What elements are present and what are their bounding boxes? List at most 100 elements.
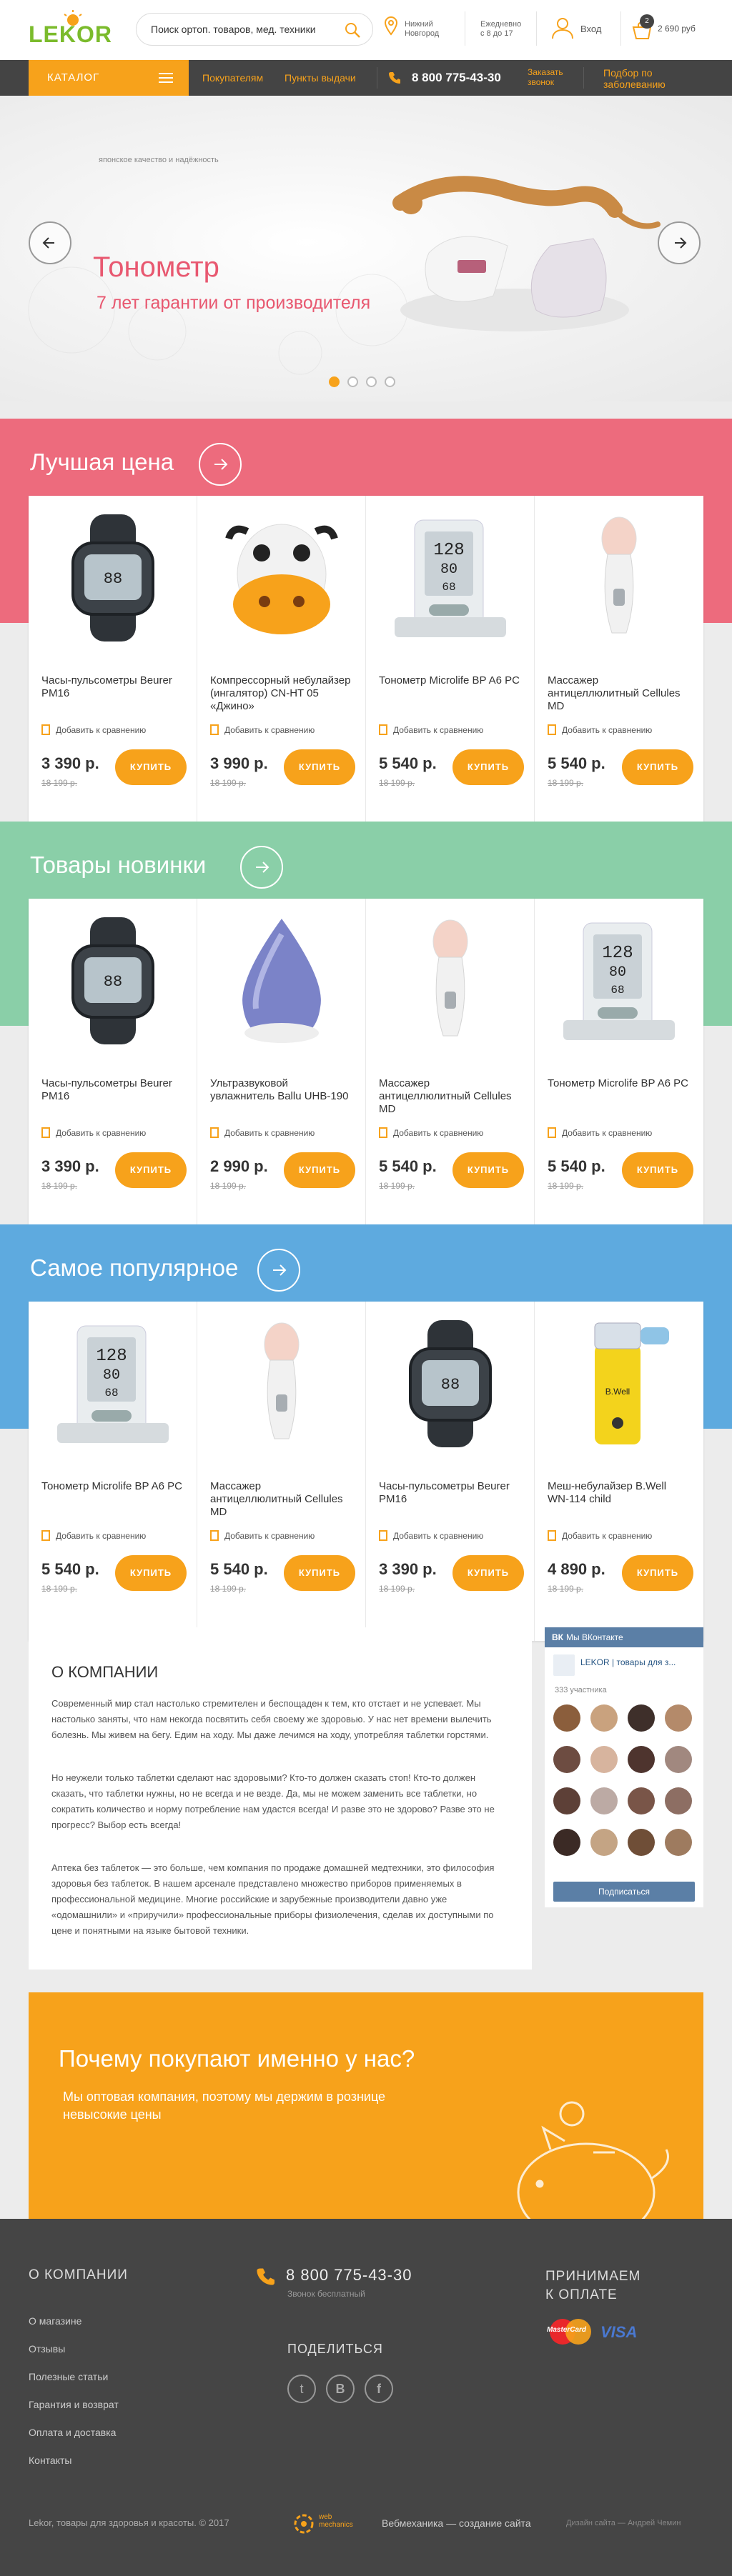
vk-group-name[interactable]: LEKOR | товары для з... bbox=[580, 1657, 676, 1667]
vk-member-avatar[interactable] bbox=[553, 1787, 580, 1814]
tonometer-image[interactable]: 128 80 68 bbox=[387, 510, 513, 646]
vk-member-avatar[interactable] bbox=[590, 1746, 618, 1773]
webmechanics-logo[interactable]: web mechanics bbox=[319, 2513, 353, 2529]
vk-member-avatar[interactable] bbox=[665, 1746, 692, 1773]
tonometer-image[interactable]: 128 80 68 bbox=[556, 913, 682, 1049]
product-name[interactable]: Массажер антицеллюлитный Cellules MD bbox=[210, 1480, 353, 1519]
buy-button[interactable]: КУПИТЬ bbox=[284, 1555, 355, 1591]
product-name[interactable]: Тонометр Microlife BP A6 PC bbox=[41, 1480, 184, 1493]
vk-subscribe-button[interactable]: Подписаться bbox=[553, 1882, 695, 1902]
product-name[interactable]: Тонометр Microlife BP A6 PC bbox=[379, 674, 522, 687]
logo[interactable]: LEKOR bbox=[29, 10, 120, 50]
vk-share-icon[interactable]: B bbox=[326, 2375, 355, 2403]
product-name[interactable]: Массажер антицеллюлитный Cellules MD bbox=[379, 1077, 522, 1116]
slider-dot[interactable] bbox=[347, 376, 358, 387]
nav-pickup[interactable]: Пункты выдачи bbox=[285, 72, 356, 84]
product-name[interactable]: Массажер антицеллюлитный Cellules MD bbox=[548, 674, 691, 713]
add-to-compare[interactable]: Добавить к сравнению bbox=[210, 1127, 315, 1138]
product-name[interactable]: Тонометр Microlife BP A6 PC bbox=[548, 1077, 691, 1090]
cart-total[interactable]: 2 690 руб bbox=[658, 24, 696, 34]
slider-dot[interactable] bbox=[385, 376, 395, 387]
footer-link[interactable]: Отзывы bbox=[29, 2343, 65, 2355]
search-icon[interactable] bbox=[344, 21, 361, 39]
vk-member-avatar[interactable] bbox=[665, 1829, 692, 1856]
footer-link[interactable]: О магазине bbox=[29, 2315, 81, 2327]
add-to-compare[interactable]: Добавить к сравнению bbox=[548, 1530, 652, 1541]
product-card[interactable]: 88 Часы-пульсометры Beurer PM16 Добавить… bbox=[29, 496, 197, 835]
vk-member-avatar[interactable] bbox=[553, 1704, 580, 1732]
buy-button[interactable]: КУПИТЬ bbox=[284, 1152, 355, 1188]
watch-image[interactable]: 88 bbox=[50, 510, 176, 646]
vk-member-avatar[interactable] bbox=[590, 1704, 618, 1732]
product-name[interactable]: Часы-пульсометры Beurer PM16 bbox=[379, 1480, 522, 1506]
callback-link[interactable]: Заказать звонок bbox=[528, 67, 563, 87]
product-card[interactable]: 128 80 68 Тонометр Microlife BP A6 PC Доба… bbox=[366, 496, 535, 835]
buy-button[interactable]: КУПИТЬ bbox=[115, 749, 187, 785]
product-name[interactable]: Ультразвуковой увлажнитель Ballu UHB-190 bbox=[210, 1077, 353, 1103]
product-name[interactable]: Часы-пульсометры Beurer PM16 bbox=[41, 1077, 184, 1103]
slider-next-button[interactable] bbox=[658, 221, 701, 264]
slider-dot[interactable] bbox=[329, 376, 340, 387]
add-to-compare[interactable]: Добавить к сравнению bbox=[41, 1530, 146, 1541]
nav-phone[interactable]: 8 800 775-43-30 bbox=[412, 71, 501, 85]
vk-member-avatar[interactable] bbox=[628, 1746, 655, 1773]
product-card[interactable]: 128 80 68 Тонометр Microlife BP A6 PC Доба… bbox=[29, 1302, 197, 1641]
product-card[interactable]: B.Well Меш-небулайзер B.Well WN-114 chil… bbox=[535, 1302, 703, 1641]
product-card[interactable]: Ультразвуковой увлажнитель Ballu UHB-190… bbox=[197, 899, 366, 1238]
city-selector[interactable]: Нижний Новгород bbox=[405, 20, 439, 39]
search-field[interactable]: Поиск ортоп. товаров, мед. техники bbox=[136, 13, 373, 46]
login-link[interactable]: Вход bbox=[580, 24, 601, 34]
vk-member-avatar[interactable] bbox=[665, 1704, 692, 1732]
product-name[interactable]: Компрессорный небулайзер (ингалятор) CN-… bbox=[210, 674, 353, 713]
vk-member-avatar[interactable] bbox=[553, 1829, 580, 1856]
vk-member-avatar[interactable] bbox=[590, 1829, 618, 1856]
vk-member-avatar[interactable] bbox=[628, 1787, 655, 1814]
product-name[interactable]: Часы-пульсометры Beurer PM16 bbox=[41, 674, 184, 700]
product-card[interactable]: 88 Часы-пульсометры Beurer PM16 Добавить… bbox=[366, 1302, 535, 1641]
vk-member-avatar[interactable] bbox=[590, 1787, 618, 1814]
product-card[interactable]: 128 80 68 Тонометр Microlife BP A6 PC Доба… bbox=[535, 899, 703, 1238]
massager-image[interactable] bbox=[387, 913, 513, 1049]
mesh-nebulizer-image[interactable]: B.Well bbox=[556, 1316, 682, 1452]
product-card[interactable]: Компрессорный небулайзер (ингалятор) CN-… bbox=[197, 496, 366, 835]
add-to-compare[interactable]: Добавить к сравнению bbox=[210, 724, 315, 735]
product-card[interactable]: 88 Часы-пульсометры Beurer PM16 Добавить… bbox=[29, 899, 197, 1238]
facebook-icon[interactable]: f bbox=[365, 2375, 393, 2403]
footer-phone[interactable]: 8 800 775-43-30 bbox=[286, 2266, 412, 2285]
buy-button[interactable]: КУПИТЬ bbox=[452, 749, 524, 785]
product-card[interactable]: Массажер антицеллюлитный Cellules MD Доб… bbox=[197, 1302, 366, 1641]
massager-image[interactable] bbox=[219, 1316, 345, 1452]
twitter-icon[interactable]: t bbox=[287, 2375, 316, 2403]
product-card[interactable]: Массажер антицеллюлитный Cellules MD Доб… bbox=[535, 496, 703, 835]
slider-dot[interactable] bbox=[366, 376, 377, 387]
vk-member-avatar[interactable] bbox=[665, 1787, 692, 1814]
section-title[interactable]: Лучшая цена bbox=[30, 449, 174, 476]
buy-button[interactable]: КУПИТЬ bbox=[622, 749, 693, 785]
pick-by-disease-link[interactable]: Подбор по заболеванию bbox=[603, 67, 666, 90]
slider-prev-button[interactable] bbox=[29, 221, 71, 264]
add-to-compare[interactable]: Добавить к сравнению bbox=[41, 724, 146, 735]
vk-member-avatar[interactable] bbox=[553, 1746, 580, 1773]
nav-buyers[interactable]: Покупателям bbox=[202, 72, 263, 84]
buy-button[interactable]: КУПИТЬ bbox=[622, 1152, 693, 1188]
catalog-button[interactable]: КАТАЛОГ bbox=[29, 60, 189, 96]
developer-credit[interactable]: Вебмеханика — создание сайта bbox=[382, 2517, 531, 2529]
humidifier-image[interactable] bbox=[219, 913, 345, 1049]
vk-group-avatar[interactable] bbox=[553, 1654, 575, 1676]
footer-link[interactable]: Оплата и доставка bbox=[29, 2427, 116, 2438]
buy-button[interactable]: КУПИТЬ bbox=[452, 1555, 524, 1591]
add-to-compare[interactable]: Добавить к сравнению bbox=[210, 1530, 315, 1541]
add-to-compare[interactable]: Добавить к сравнению bbox=[548, 1127, 652, 1138]
design-credit[interactable]: Дизайн сайта — Андрей Чемин bbox=[566, 2519, 681, 2527]
footer-link[interactable]: Полезные статьи bbox=[29, 2371, 108, 2382]
section-title[interactable]: Товары новинки bbox=[30, 852, 206, 879]
massager-image[interactable] bbox=[556, 510, 682, 646]
product-card[interactable]: Массажер антицеллюлитный Cellules MD Доб… bbox=[366, 899, 535, 1238]
cow-nebulizer-image[interactable] bbox=[219, 510, 345, 646]
watch-image[interactable]: 88 bbox=[50, 913, 176, 1049]
section-more-button[interactable] bbox=[199, 443, 242, 486]
section-more-button[interactable] bbox=[240, 846, 283, 889]
product-name[interactable]: Меш-небулайзер B.Well WN-114 child bbox=[548, 1480, 691, 1506]
vk-member-avatar[interactable] bbox=[628, 1704, 655, 1732]
footer-link[interactable]: Гарантия и возврат bbox=[29, 2399, 119, 2410]
